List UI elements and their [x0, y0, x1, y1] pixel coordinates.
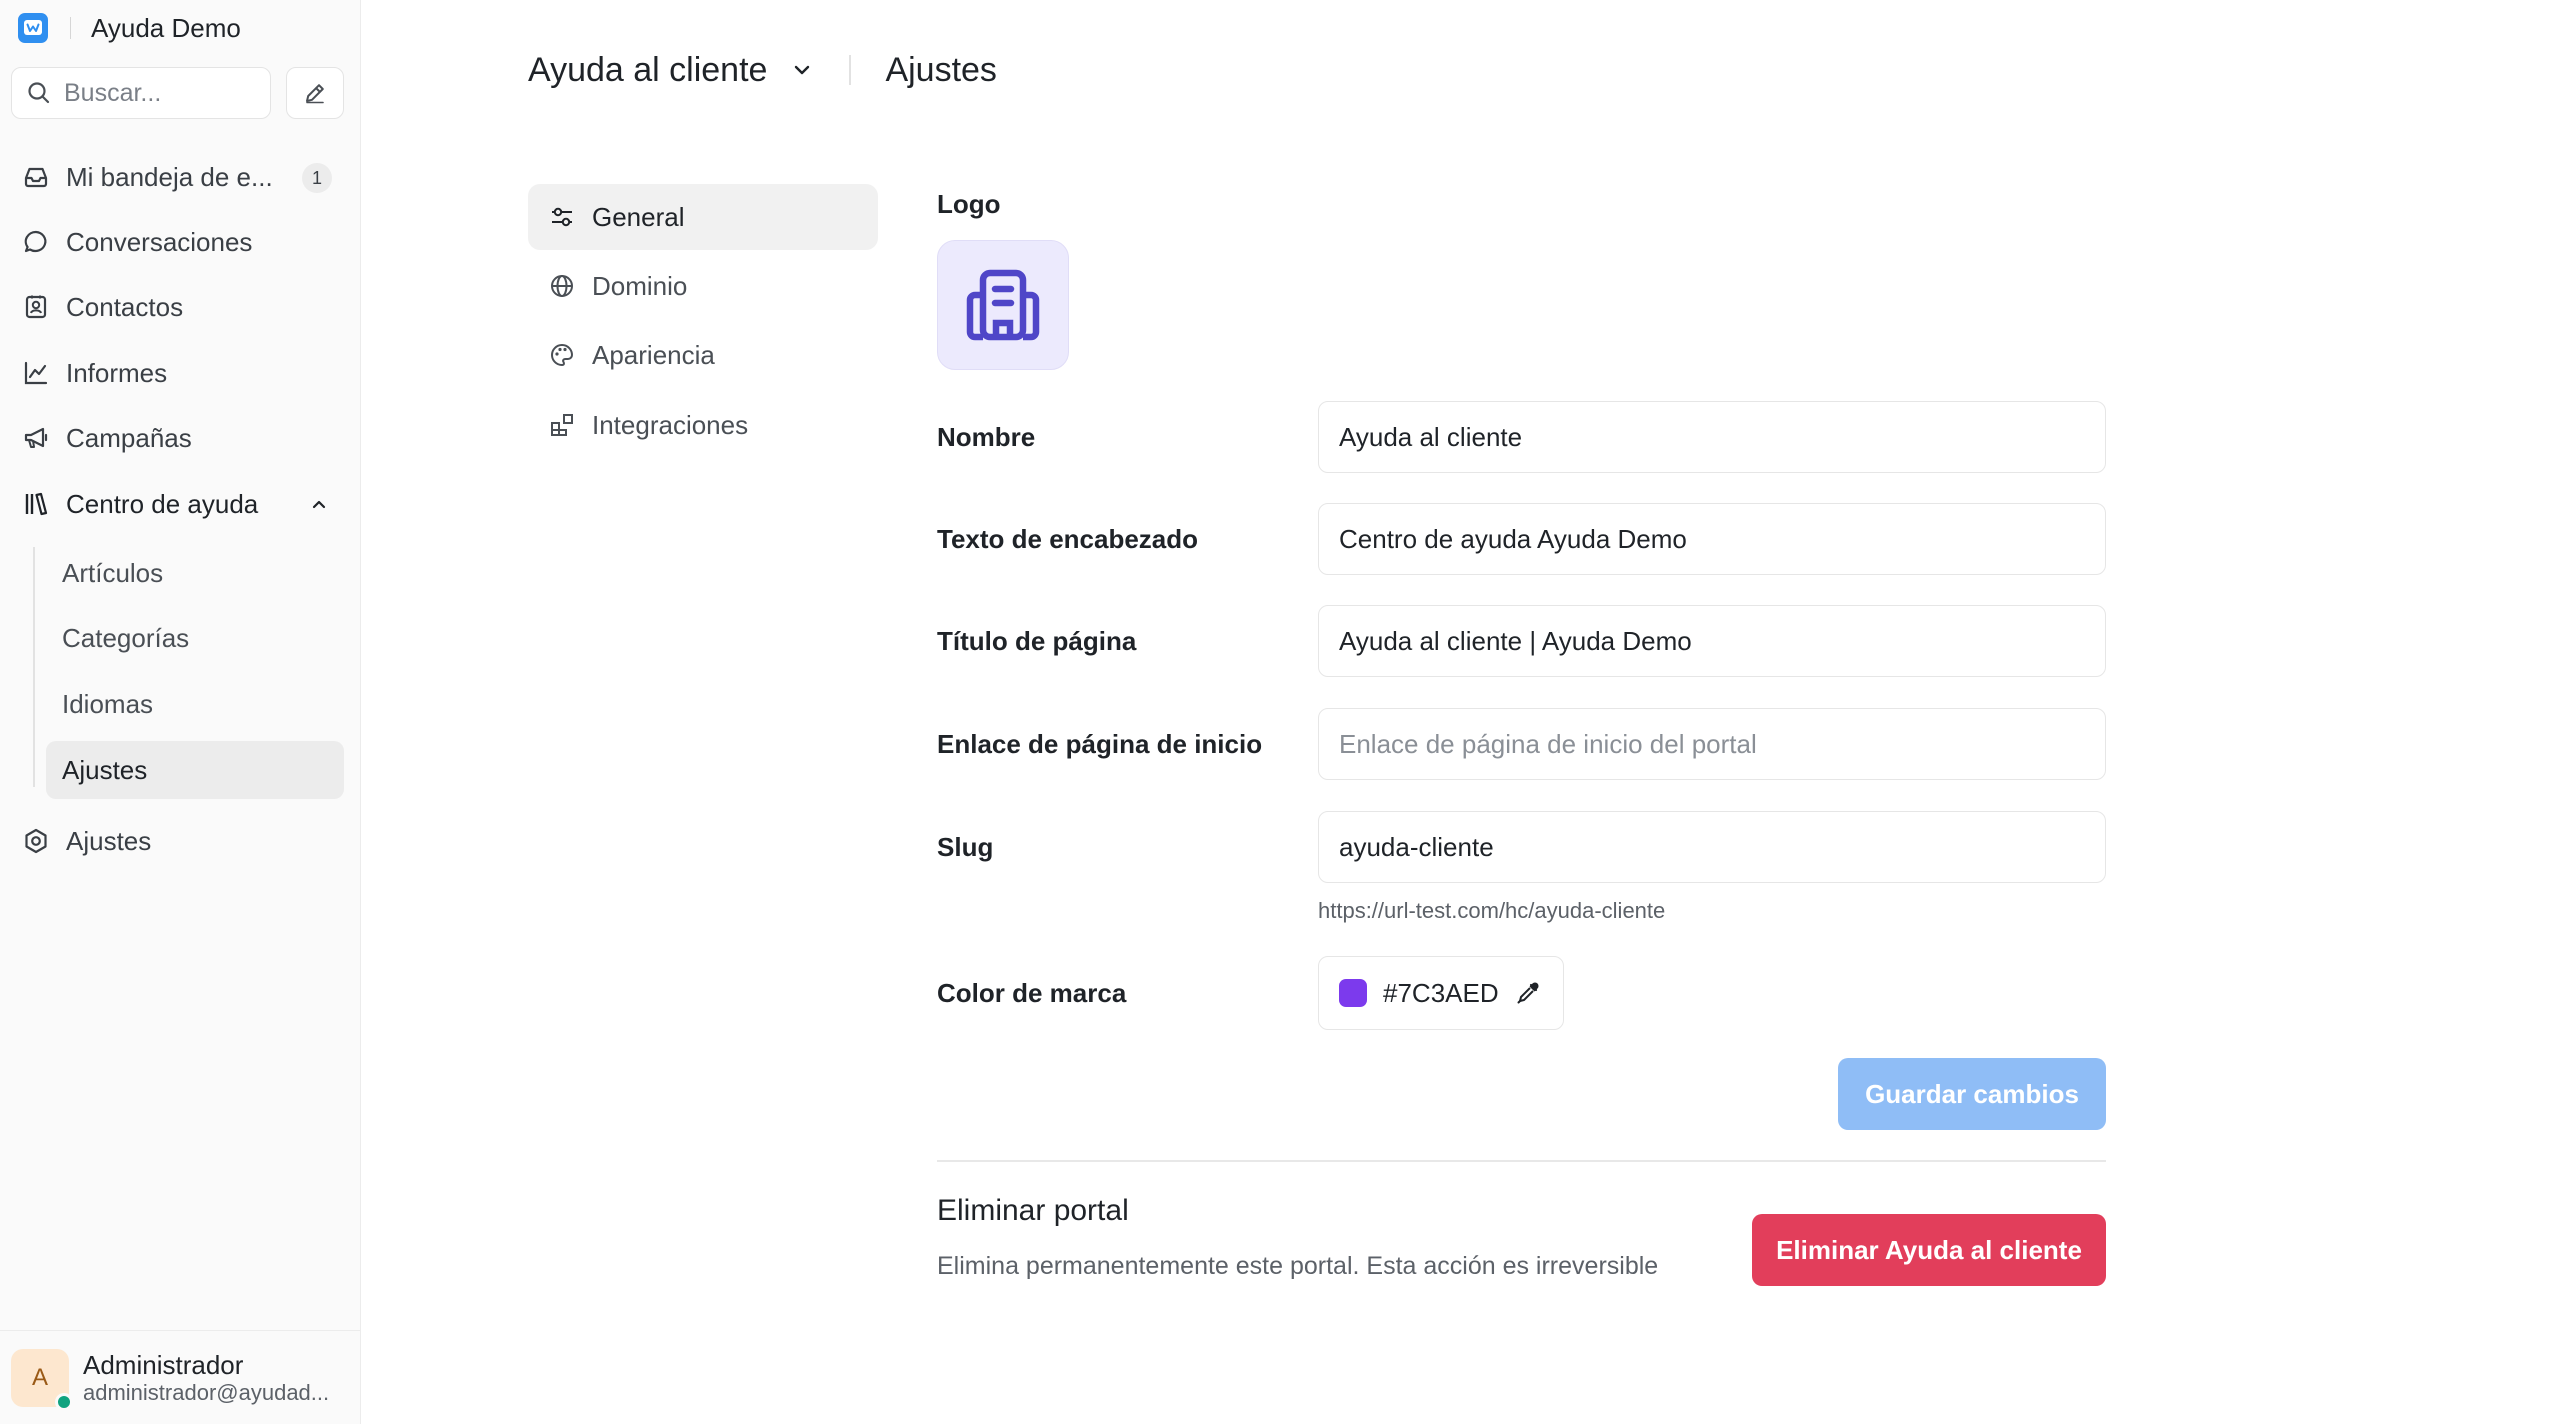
- tab-appearance[interactable]: Apariencia: [528, 322, 878, 388]
- sidebar: Ayuda Demo Mi bandeja de e... 1 Conversa…: [0, 0, 361, 1424]
- page-title-label: Título de página: [937, 625, 1137, 656]
- tab-label: Apariencia: [592, 339, 715, 370]
- save-button[interactable]: Guardar cambios: [1838, 1058, 2106, 1130]
- sidebar-subitem-settings[interactable]: Ajustes: [46, 741, 344, 799]
- building-icon: [963, 265, 1043, 345]
- name-field-box: [1318, 401, 2106, 473]
- eyedropper-icon[interactable]: [1515, 980, 1541, 1006]
- sidebar-subitem-label: Ajustes: [62, 754, 148, 785]
- avatar: A: [11, 1348, 73, 1411]
- unread-count-badge: 1: [302, 163, 332, 193]
- submenu-guide-line: [33, 547, 35, 787]
- homepage-link-field[interactable]: [1339, 728, 2085, 760]
- brand-divider: [70, 17, 71, 39]
- logo-upload[interactable]: [937, 240, 1069, 370]
- header-text-label: Texto de encabezado: [937, 523, 1199, 554]
- line-chart-icon: [20, 357, 52, 389]
- tab-label: Integraciones: [592, 409, 749, 440]
- delete-portal-button[interactable]: Eliminar Ayuda al cliente: [1752, 1214, 2106, 1286]
- library-books-icon: [20, 488, 52, 520]
- slug-url-hint: https://url-test.com/hc/ayuda-cliente: [1318, 898, 1666, 923]
- delete-portal-title: Eliminar portal: [937, 1194, 1129, 1227]
- inbox-icon: [20, 161, 52, 193]
- tab-general[interactable]: General: [528, 184, 878, 250]
- sidebar-subitem-label: Artículos: [62, 557, 164, 588]
- sidebar-item-label: Informes: [66, 357, 168, 388]
- portal-switcher-label[interactable]: Ayuda al cliente: [528, 51, 767, 90]
- globe-icon: [548, 272, 576, 300]
- sidebar-item-label: Conversaciones: [66, 226, 253, 257]
- slug-label: Slug: [937, 831, 994, 862]
- logo-label: Logo: [937, 188, 1001, 219]
- tab-integrations[interactable]: Integraciones: [528, 392, 878, 458]
- homepage-link-label: Enlace de página de inicio: [937, 728, 1263, 759]
- sidebar-item-settings[interactable]: Ajustes: [10, 812, 344, 870]
- pencil-icon: [302, 80, 328, 106]
- page-header: Ayuda al cliente Ajustes: [528, 44, 997, 96]
- sidebar-item-label: Mi bandeja de e...: [66, 161, 273, 192]
- color-swatch: [1339, 979, 1367, 1007]
- sidebar-subitem-label: Idiomas: [62, 688, 154, 719]
- brand-color-value: #7C3AED: [1383, 977, 1499, 1008]
- online-status-dot: [55, 1392, 73, 1411]
- sidebar-item-help-center[interactable]: Centro de ayuda: [10, 475, 344, 533]
- sidebar-item-label: Centro de ayuda: [66, 488, 259, 519]
- brand-row: Ayuda Demo: [18, 12, 241, 44]
- chevron-up-icon[interactable]: [308, 493, 330, 515]
- homepage-link-field-box: [1318, 708, 2106, 780]
- sidebar-item-reports[interactable]: Informes: [10, 344, 344, 402]
- user-profile[interactable]: A Administrador administrador@ayudad...: [0, 1330, 360, 1424]
- brand-color-picker[interactable]: #7C3AED: [1318, 956, 1564, 1030]
- search-icon: [26, 80, 52, 106]
- tab-label: Dominio: [592, 270, 688, 301]
- palette-icon: [548, 341, 576, 369]
- chat-bubble-icon: [20, 226, 52, 258]
- sidebar-subitem-articles[interactable]: Artículos: [46, 544, 344, 602]
- page-title-field-box: [1318, 605, 2106, 677]
- delete-portal-description: Elimina permanentemente este portal. Est…: [937, 1252, 1659, 1280]
- sidebar-item-label: Contactos: [66, 291, 184, 322]
- blocks-icon: [548, 411, 576, 439]
- sidebar-item-label: Ajustes: [66, 825, 152, 856]
- sidebar-subitem-categories[interactable]: Categorías: [46, 609, 344, 667]
- compose-button[interactable]: [286, 67, 344, 119]
- page-title: Ajustes: [885, 50, 997, 89]
- search-input[interactable]: [64, 78, 264, 108]
- sidebar-subitem-label: Categorías: [62, 622, 190, 653]
- brand-logo-icon[interactable]: [18, 13, 48, 43]
- brand-name: Ayuda Demo: [91, 12, 241, 43]
- slug-field[interactable]: [1339, 831, 2085, 863]
- profile-name: Administrador: [83, 1349, 244, 1380]
- tab-domain[interactable]: Dominio: [528, 253, 878, 319]
- name-field[interactable]: [1339, 421, 2085, 453]
- sidebar-item-campaigns[interactable]: Campañas: [10, 409, 344, 467]
- megaphone-icon: [20, 422, 52, 454]
- slug-field-box: [1318, 811, 2106, 883]
- sidebar-item-contacts[interactable]: Contactos: [10, 278, 344, 336]
- avatar-initial: A: [31, 1363, 48, 1391]
- page-title-field[interactable]: [1339, 625, 2085, 657]
- chevron-down-icon[interactable]: [789, 57, 815, 83]
- header-text-field-box: [1318, 503, 2106, 575]
- sidebar-subitem-locales[interactable]: Idiomas: [46, 675, 344, 733]
- sidebar-item-inbox[interactable]: Mi bandeja de e... 1: [10, 148, 344, 206]
- profile-email: administrador@ayudad...: [83, 1379, 330, 1405]
- search-box[interactable]: [11, 67, 271, 119]
- profile-text: Administrador administrador@ayudad...: [83, 1350, 329, 1406]
- sidebar-item-label: Campañas: [66, 422, 192, 453]
- sidebar-item-conversations[interactable]: Conversaciones: [10, 213, 344, 271]
- header-text-field[interactable]: [1339, 523, 2085, 555]
- brand-color-label: Color de marca: [937, 977, 1127, 1008]
- contact-card-icon: [20, 291, 52, 323]
- settings-icon: [20, 825, 52, 857]
- header-divider: [849, 55, 852, 85]
- name-label: Nombre: [937, 421, 1036, 452]
- section-divider: [937, 1160, 2106, 1162]
- sliders-icon: [548, 203, 576, 231]
- tab-label: General: [592, 201, 685, 232]
